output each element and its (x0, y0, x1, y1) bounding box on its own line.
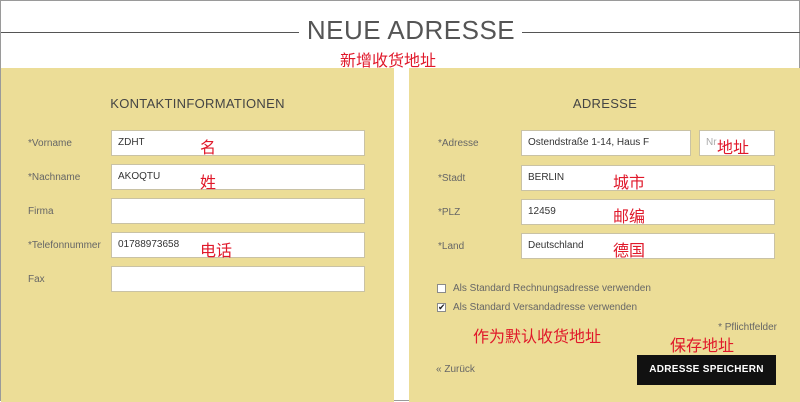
last-name-input[interactable]: AKOQTU (111, 164, 365, 190)
annotation-first-name: 名 (200, 138, 217, 157)
annotation-city: 城市 (613, 173, 646, 192)
contact-panel: KONTAKTINFORMATIONEN *Vorname ZDHT *Nach… (1, 68, 394, 402)
zip-input[interactable]: 12459 (521, 199, 775, 225)
save-address-button[interactable]: ADRESSE SPEICHERN (637, 355, 776, 385)
default-billing-label: Als Standard Rechnungsadresse verwenden (453, 283, 651, 294)
address-panel: ADRESSE *Adresse Ostendstraße 1-14, Haus… (409, 68, 800, 402)
annotation-country: 德国 (613, 241, 646, 260)
first-name-input[interactable]: ZDHT (111, 130, 365, 156)
phone-input[interactable]: 01788973658 (111, 232, 365, 258)
default-shipping-label: Als Standard Versandadresse verwenden (453, 302, 638, 313)
annotation-address: 地址 (717, 138, 750, 157)
first-name-label: *Vorname (28, 138, 72, 149)
zip-label: *PLZ (438, 207, 461, 218)
street-label: *Adresse (438, 138, 479, 149)
annotation-default: 作为默认收货地址 (473, 327, 602, 346)
contact-heading: KONTAKTINFORMATIONEN (110, 96, 285, 111)
street-input[interactable]: Ostendstraße 1-14, Haus F (521, 130, 691, 156)
annotation-last-name: 姓 (200, 173, 217, 192)
back-link[interactable]: « Zurück (436, 364, 475, 375)
default-billing-checkbox[interactable] (437, 284, 446, 293)
company-label: Firma (28, 206, 54, 217)
annotation-phone: 电话 (200, 241, 233, 260)
annotation-zip: 邮编 (613, 207, 646, 226)
last-name-label: *Nachname (28, 172, 81, 183)
company-input[interactable] (111, 198, 365, 224)
address-heading: ADRESSE (572, 96, 638, 111)
default-billing-row[interactable]: Als Standard Rechnungsadresse verwenden (437, 283, 651, 294)
city-input[interactable]: BERLIN (521, 165, 775, 191)
fax-label: Fax (28, 274, 45, 285)
city-label: *Stadt (438, 173, 466, 184)
phone-label: *Telefonnummer (28, 240, 101, 251)
annotation-save: 保存地址 (670, 336, 735, 355)
default-shipping-checkbox[interactable]: ✔ (437, 303, 446, 312)
default-shipping-row[interactable]: ✔ Als Standard Versandadresse verwenden (437, 302, 637, 313)
country-label: *Land (438, 241, 465, 252)
country-select[interactable]: Deutschland (521, 233, 775, 259)
page-title: NEUE ADRESSE (306, 15, 516, 45)
title-divider-right (522, 32, 800, 33)
fax-input[interactable] (111, 266, 365, 292)
title-divider-left (1, 32, 299, 33)
